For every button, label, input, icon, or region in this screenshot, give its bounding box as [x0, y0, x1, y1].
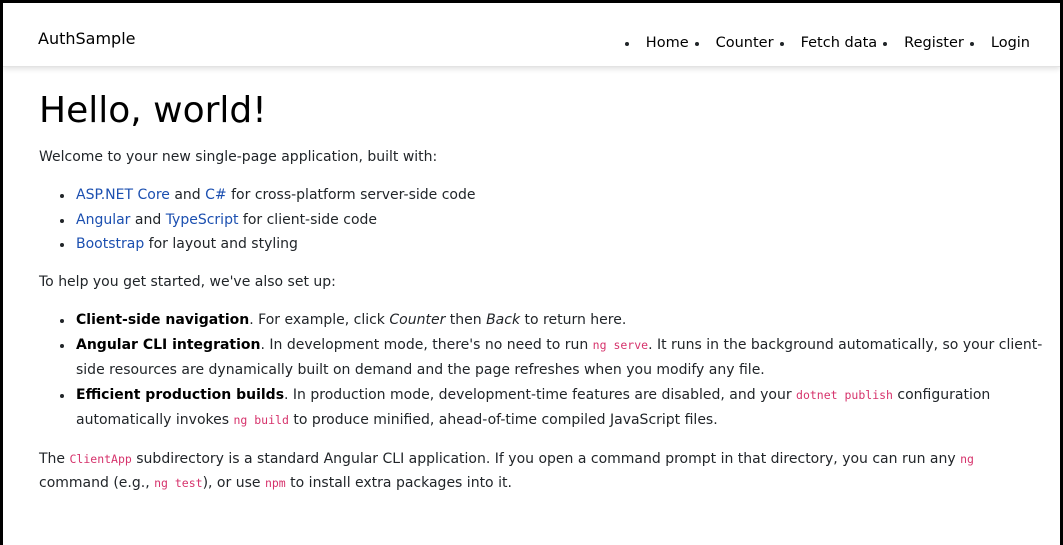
- feature-title: Angular CLI integration: [76, 336, 261, 353]
- list-item: Angular and TypeScript for client-side c…: [59, 208, 1049, 233]
- emphasis-text: Counter: [389, 311, 446, 328]
- list-item: Bootstrap for layout and styling: [59, 232, 1049, 257]
- feature-text: . For example, click: [249, 311, 390, 328]
- nav-register-link[interactable]: Register: [899, 31, 969, 56]
- inline-code: ng: [960, 451, 974, 466]
- nav-menu: Home Counter Fetch data Register Login: [624, 31, 1035, 56]
- clientapp-text: The ClientApp subdirectory is a standard…: [39, 447, 1029, 495]
- tech-list: ASP.NET Core and C# for cross-platform s…: [59, 183, 1049, 257]
- paragraph-text: The: [39, 450, 70, 467]
- inline-code: ng build: [233, 412, 289, 427]
- list-text: and: [130, 211, 166, 228]
- nav-home-link[interactable]: Home: [641, 31, 694, 56]
- inline-code: ng test: [154, 475, 203, 490]
- list-text: for client-side code: [238, 211, 378, 228]
- features-list: Client-side navigation. For example, cli…: [59, 308, 1049, 433]
- nav-fetch-data-link[interactable]: Fetch data: [796, 31, 883, 56]
- feature-text: to produce minified, ahead-of-time compi…: [288, 411, 718, 428]
- list-text: for cross-platform server-side code: [226, 187, 476, 204]
- list-text: and: [169, 187, 206, 204]
- angular-link[interactable]: Angular: [76, 212, 130, 228]
- feature-text: . In development mode, there's no need t…: [260, 336, 593, 353]
- paragraph-text: ), or use: [202, 474, 265, 491]
- list-item: Efficient production builds. In producti…: [59, 383, 1049, 433]
- paragraph-text: to install extra packages into it.: [285, 474, 512, 491]
- main-content: Hello, world! Welcome to your new single…: [39, 89, 1049, 495]
- help-intro-text: To help you get started, we've also set …: [39, 273, 336, 290]
- bootstrap-link[interactable]: Bootstrap: [76, 236, 144, 252]
- brand-link[interactable]: AuthSample: [38, 29, 136, 48]
- paragraph-text: command (e.g.,: [39, 474, 155, 491]
- browser-page: AuthSample Home Counter Fetch data Regis…: [0, 0, 1063, 545]
- csharp-link[interactable]: C#: [205, 187, 227, 203]
- page-title: Hello, world!: [39, 90, 267, 131]
- inline-code: ClientApp: [69, 451, 132, 466]
- feature-text: . In production mode, development-time f…: [284, 386, 797, 403]
- typescript-link[interactable]: TypeScript: [166, 212, 239, 228]
- nav-counter-link[interactable]: Counter: [711, 31, 779, 56]
- inline-code: dotnet publish: [796, 387, 893, 402]
- list-text: for layout and styling: [144, 236, 298, 253]
- aspnet-core-link[interactable]: ASP.NET Core: [76, 187, 170, 203]
- intro-text: Welcome to your new single-page applicat…: [39, 149, 438, 166]
- list-item: Client-side navigation. For example, cli…: [59, 308, 1049, 333]
- feature-text: to return here.: [520, 311, 627, 328]
- list-item: Angular CLI integration. In development …: [59, 333, 1049, 383]
- inline-code: ng serve: [592, 337, 649, 352]
- nav-login-link[interactable]: Login: [986, 31, 1035, 56]
- emphasis-text: Back: [486, 311, 521, 328]
- list-item: ASP.NET Core and C# for cross-platform s…: [59, 183, 1049, 208]
- paragraph-text: subdirectory is a standard Angular CLI a…: [131, 450, 961, 467]
- feature-text: then: [445, 311, 487, 328]
- navbar: AuthSample Home Counter Fetch data Regis…: [3, 3, 1060, 67]
- feature-title: Client-side navigation: [76, 311, 250, 328]
- feature-title: Efficient production builds: [76, 386, 285, 403]
- inline-code: npm: [264, 475, 286, 490]
